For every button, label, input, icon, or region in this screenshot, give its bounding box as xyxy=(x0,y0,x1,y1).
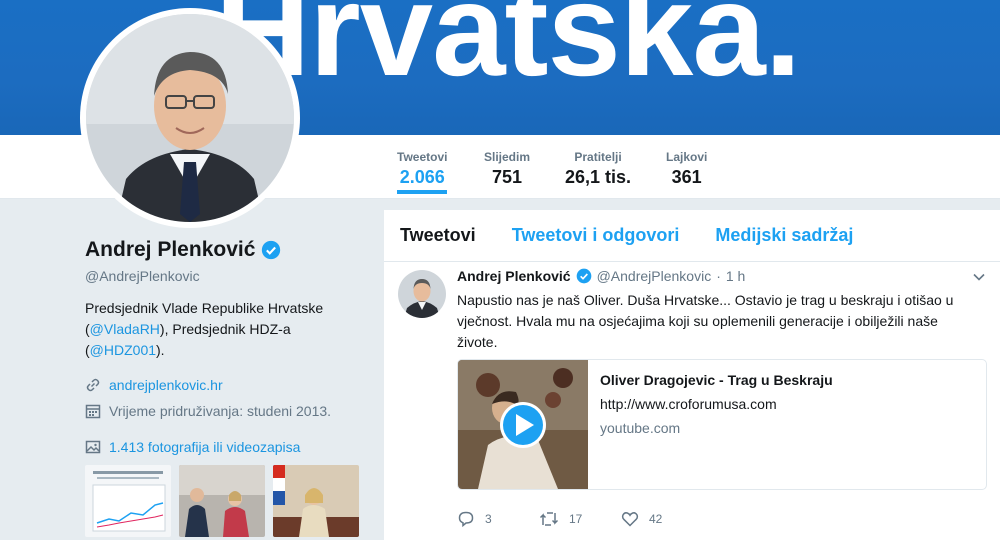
tab-media[interactable]: Medijski sadržaj xyxy=(715,225,853,246)
bio-text: ), Predsjednik HDZ-a xyxy=(159,321,291,337)
joined-date: Vrijeme pridruživanja: studeni 2013. xyxy=(109,403,332,419)
tweet-header: Andrej Plenković @AndrejPlenkovic · 1 h xyxy=(457,268,745,284)
verified-badge-icon xyxy=(262,240,281,260)
stat-likes[interactable]: Lajkovi 361 xyxy=(666,150,707,188)
photo-icon xyxy=(85,440,101,454)
retweet-icon xyxy=(539,512,559,526)
timeline-tabs: Tweetovi Tweetovi i odgovori Medijski sa… xyxy=(384,210,1000,262)
tweet-author-handle[interactable]: @AndrejPlenkovic xyxy=(597,268,712,284)
stat-value: 26,1 tis. xyxy=(565,167,632,187)
tab-tweets[interactable]: Tweetovi xyxy=(400,225,476,246)
stat-value: 2.066 xyxy=(399,167,445,187)
media-thumbnail[interactable] xyxy=(179,465,265,537)
card-title: Oliver Dragojevic - Trag u Beskraju xyxy=(600,372,833,388)
media-row: 1.413 fotografija ili videozapisa xyxy=(85,439,365,455)
tab-tweets-replies[interactable]: Tweetovi i odgovori xyxy=(512,225,680,246)
card-description: http://www.croforumusa.com xyxy=(600,396,777,412)
profile-bio: Predsjednik Vlade Republike Hrvatske (@V… xyxy=(85,298,365,361)
card-thumbnail xyxy=(458,360,588,489)
verified-badge-icon xyxy=(576,268,591,284)
joined-row: Vrijeme pridruživanja: studeni 2013. xyxy=(85,403,365,419)
like-count: 42 xyxy=(649,512,663,526)
stat-label: Pratitelji xyxy=(574,150,622,164)
stat-label: Lajkovi xyxy=(666,150,708,164)
card-body: Oliver Dragojevic - Trag u Beskraju http… xyxy=(588,360,845,489)
link-icon xyxy=(86,378,100,392)
media-thumbnail[interactable] xyxy=(85,465,171,537)
stat-value: 751 xyxy=(491,167,523,187)
like-button[interactable]: 42 xyxy=(621,510,703,528)
stat-label: Slijedim xyxy=(484,150,531,164)
heart-icon xyxy=(621,512,639,527)
stat-followers[interactable]: Pratitelji 26,1 tis. xyxy=(565,150,631,188)
tweet-timestamp[interactable]: 1 h xyxy=(726,268,745,284)
tweet-author-name[interactable]: Andrej Plenković xyxy=(457,268,571,284)
profile-avatar[interactable] xyxy=(80,8,300,228)
retweet-button[interactable]: 17 xyxy=(539,510,621,528)
retweet-count: 17 xyxy=(569,512,583,526)
tweet-separator: · xyxy=(716,268,721,284)
profile-name[interactable]: Andrej Plenković xyxy=(85,238,255,262)
timeline: Tweetovi Tweetovi i odgovori Medijski sa… xyxy=(384,210,1000,540)
profile-handle[interactable]: @AndrejPlenkovic xyxy=(85,268,365,284)
link-card[interactable]: Oliver Dragojevic - Trag u Beskraju http… xyxy=(457,359,987,490)
media-thumbnail[interactable] xyxy=(273,465,359,537)
profile-sidebar: Andrej Plenković @AndrejPlenkovic Predsj… xyxy=(85,238,365,537)
media-link[interactable]: 1.413 fotografija ili videozapisa xyxy=(109,439,300,455)
reply-button[interactable]: 3 xyxy=(457,510,539,528)
banner-text: Hrvatska. xyxy=(215,0,801,103)
calendar-icon xyxy=(85,404,101,419)
tweet-text: Napustio nas je naš Oliver. Duša Hrvatsk… xyxy=(457,292,954,350)
stat-tweets[interactable]: Tweetovi 2.066 xyxy=(397,150,448,194)
reply-count: 3 xyxy=(485,512,492,526)
name-row: Andrej Plenković xyxy=(85,238,365,262)
website-row: andrejplenkovic.hr xyxy=(85,377,365,393)
mention-link[interactable]: @HDZ001 xyxy=(90,342,156,358)
card-domain: youtube.com xyxy=(600,420,681,436)
stat-following[interactable]: Slijedim 751 xyxy=(484,150,530,188)
media-thumbnails xyxy=(85,465,365,537)
stat-value: 361 xyxy=(671,167,702,187)
bio-line: Predsjednik Vlade Republike Hrvatske xyxy=(85,300,324,316)
reply-icon xyxy=(458,511,474,528)
avatar xyxy=(86,14,294,222)
website-link[interactable]: andrejplenkovic.hr xyxy=(109,377,223,393)
mention-link[interactable]: @VladaRH xyxy=(90,321,160,337)
bio-text: ). xyxy=(156,342,165,358)
stat-label: Tweetovi xyxy=(397,150,448,164)
tweet-avatar[interactable] xyxy=(398,270,446,318)
tweet-actions: 3 17 42 xyxy=(457,510,703,528)
chevron-down-icon[interactable] xyxy=(972,270,986,284)
